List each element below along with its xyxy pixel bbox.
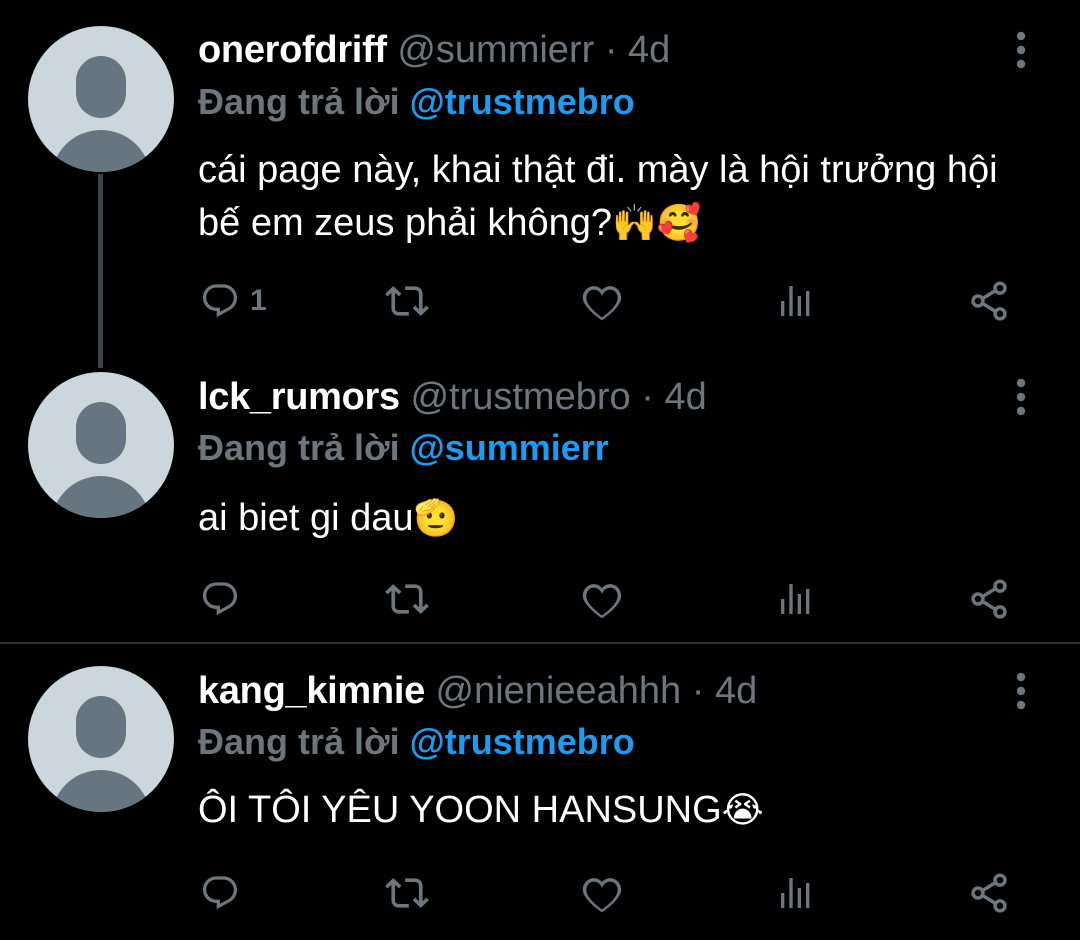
timestamp[interactable]: 4d <box>715 670 757 712</box>
share-button[interactable] <box>967 276 1011 326</box>
avatar-body-shape <box>51 476 151 518</box>
share-icon <box>971 281 1007 321</box>
reply-button[interactable] <box>200 868 250 918</box>
replying-to-label: Đang trả lời <box>198 721 400 762</box>
like-icon <box>582 878 622 913</box>
reply-icon <box>202 284 238 318</box>
more-icon[interactable] <box>1008 375 1034 419</box>
tweet-actions <box>195 868 1025 918</box>
share-button[interactable] <box>967 574 1011 624</box>
like-icon <box>582 286 622 321</box>
retweet-button[interactable] <box>385 868 429 918</box>
tweet-emojis: 🙌🥰 <box>612 203 702 244</box>
avatar-head-shape <box>76 402 126 464</box>
display-name[interactable]: onerofdriff <box>198 29 387 71</box>
user-handle[interactable]: @nienieeahhh <box>435 670 681 712</box>
retweet-button[interactable] <box>385 276 429 326</box>
tweet-header: onerofdriff @summierr · 4d <box>198 27 670 73</box>
analytics-button[interactable] <box>776 276 816 326</box>
tweet-emojis: 🫡 <box>413 498 459 539</box>
analytics-icon <box>781 286 810 316</box>
replying-to-label: Đang trả lời <box>198 427 400 468</box>
tweet-1[interactable]: onerofdriff @summierr · 4d Đang trả lời … <box>0 0 1080 370</box>
reply-button[interactable]: 1 <box>200 276 267 326</box>
retweet-icon <box>385 584 429 614</box>
tweet-3[interactable]: kang_kimnie @nienieeahhh · 4d Đang trả l… <box>0 644 1080 940</box>
tweet-header: lck_rumors @trustmebro · 4d <box>198 374 707 420</box>
share-button[interactable] <box>967 868 1011 918</box>
display-name[interactable]: lck_rumors <box>198 376 400 418</box>
analytics-icon <box>781 584 810 614</box>
like-button[interactable] <box>581 276 623 326</box>
avatar[interactable] <box>28 26 174 172</box>
retweet-button[interactable] <box>385 574 429 624</box>
display-name[interactable]: kang_kimnie <box>198 670 425 712</box>
tweet-actions: 1 <box>195 276 1025 326</box>
separator-dot: · <box>641 376 654 418</box>
share-icon <box>971 579 1007 619</box>
thread-connector-line <box>98 174 103 368</box>
timestamp[interactable]: 4d <box>664 376 706 418</box>
avatar-body-shape <box>51 770 151 812</box>
reply-mention-link[interactable]: @summierr <box>410 427 609 468</box>
user-handle[interactable]: @trustmebro <box>410 376 630 418</box>
user-handle[interactable]: @summierr <box>397 29 594 71</box>
reply-icon <box>202 876 238 910</box>
replying-to-label: Đang trả lời <box>198 81 400 122</box>
separator-dot: · <box>604 29 618 71</box>
like-button[interactable] <box>581 868 623 918</box>
tweet-emojis: 😭 <box>721 790 764 831</box>
retweet-icon <box>385 878 429 908</box>
retweet-icon <box>385 286 429 316</box>
avatar-body-shape <box>51 130 151 172</box>
reply-icon <box>202 582 238 616</box>
replying-to: Đang trả lời @summierr <box>198 426 609 470</box>
analytics-button[interactable] <box>776 868 816 918</box>
tweet-text: cái page này, khai thật đi. mày là hội t… <box>198 144 1048 250</box>
analytics-icon <box>781 878 810 908</box>
replying-to: Đang trả lời @trustmebro <box>198 80 635 124</box>
tweet-2[interactable]: lck_rumors @trustmebro · 4d Đang trả lời… <box>0 370 1080 642</box>
more-icon[interactable] <box>1008 669 1034 713</box>
tweet-body: ai biet gi dau <box>198 497 414 539</box>
tweet-text: ai biet gi dau🫡 <box>198 492 1048 545</box>
analytics-button[interactable] <box>776 574 816 624</box>
avatar[interactable] <box>28 372 174 518</box>
separator-dot: · <box>691 670 705 712</box>
reply-mention-link[interactable]: @trustmebro <box>410 721 635 762</box>
avatar[interactable] <box>28 666 174 812</box>
more-icon[interactable] <box>1008 28 1034 72</box>
tweet-body: ÔI TÔI YÊU YOON HANSUNG <box>198 789 722 831</box>
reply-mention-link[interactable]: @trustmebro <box>410 81 635 122</box>
avatar-head-shape <box>76 56 126 118</box>
tweet-text: ÔI TÔI YÊU YOON HANSUNG😭 <box>198 784 1048 837</box>
like-button[interactable] <box>581 574 623 624</box>
like-icon <box>582 584 622 619</box>
tweet-actions <box>195 574 1025 624</box>
reply-count: 1 <box>250 284 267 317</box>
avatar-head-shape <box>76 696 126 758</box>
replying-to: Đang trả lời @trustmebro <box>198 720 635 764</box>
reply-button[interactable] <box>200 574 250 624</box>
share-icon <box>971 873 1007 913</box>
tweet-header: kang_kimnie @nienieeahhh · 4d <box>198 668 757 714</box>
timestamp[interactable]: 4d <box>628 29 670 71</box>
tweet-body: cái page này, khai thật đi. mày là hội t… <box>198 149 998 244</box>
